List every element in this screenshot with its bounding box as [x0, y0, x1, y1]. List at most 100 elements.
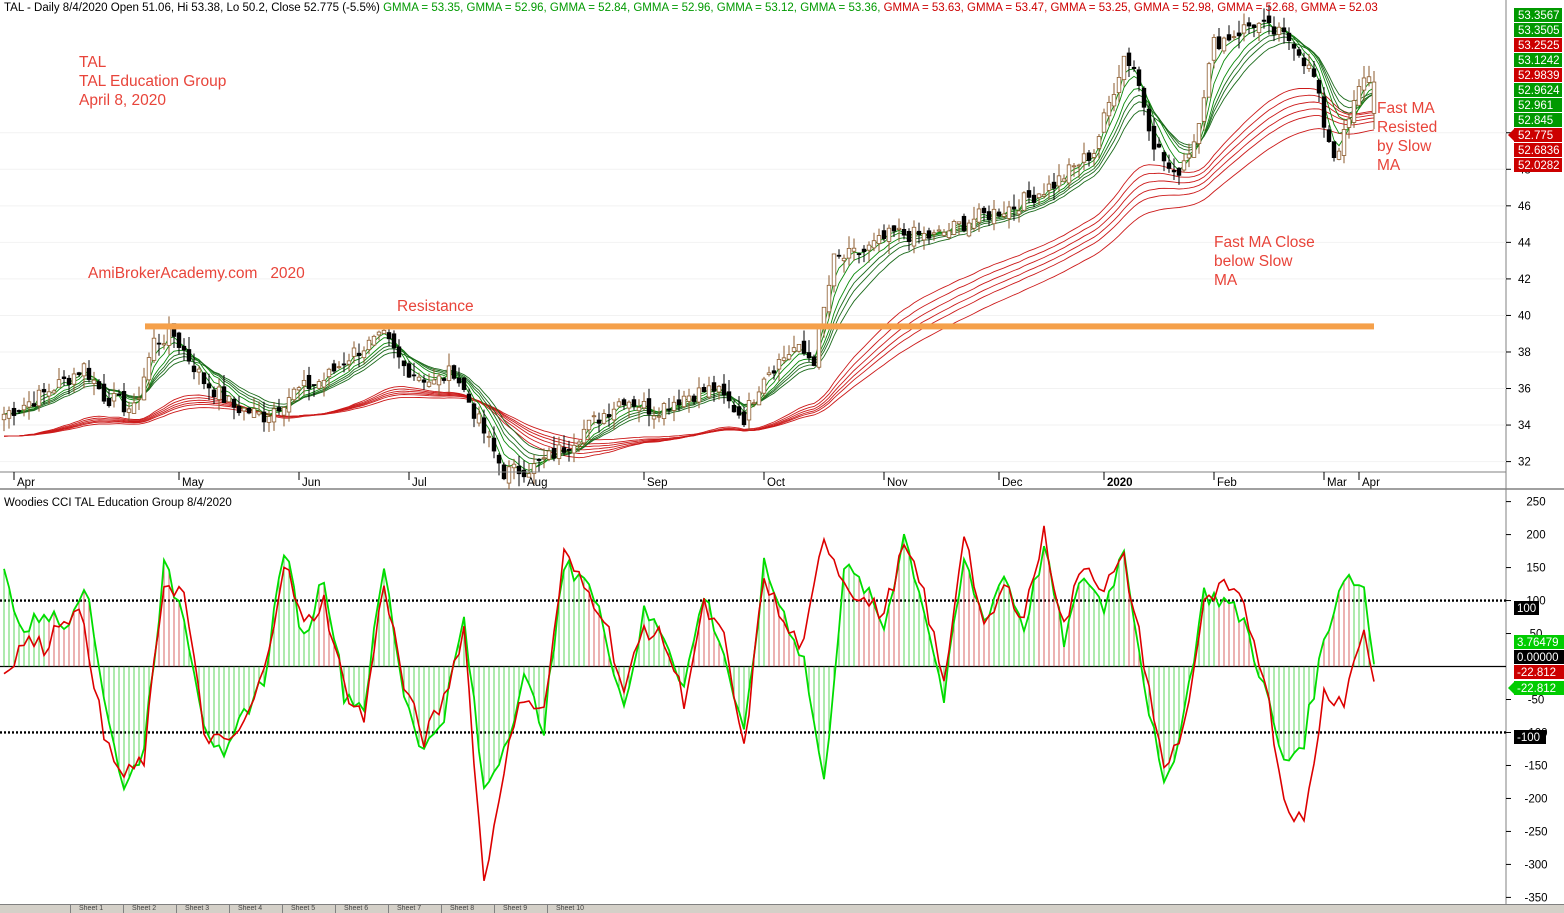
candle-body — [696, 387, 702, 403]
candle-body — [1336, 150, 1342, 160]
header-segment: GMMA = 53.35, — [380, 2, 463, 14]
candle-body — [561, 447, 567, 453]
candle-body — [301, 380, 307, 387]
candle-body — [1176, 167, 1182, 176]
candle-body — [21, 404, 27, 411]
candle-body — [1001, 213, 1007, 217]
candle-body — [1116, 76, 1122, 94]
candle-body — [1251, 24, 1257, 28]
candle-body — [656, 415, 662, 418]
candle-body — [246, 407, 252, 414]
candle-body — [886, 227, 892, 242]
month-label: Apr — [1362, 477, 1380, 489]
candle-body — [1246, 22, 1252, 27]
price-value-label: 52.961 — [1518, 100, 1553, 112]
candle-body — [1211, 37, 1217, 61]
candle-body — [1091, 153, 1097, 158]
candle-body — [536, 458, 542, 461]
candle-body — [621, 399, 627, 406]
candle-body — [1066, 164, 1072, 184]
candle-body — [146, 357, 152, 381]
candle-body — [1276, 26, 1282, 35]
candle-body — [1161, 152, 1167, 162]
header-segment: GMMA = 52.96, — [463, 2, 546, 14]
candle-body — [721, 383, 727, 396]
candle-body — [336, 366, 342, 369]
cci-tick-label: -350 — [1524, 892, 1547, 904]
month-label: Sep — [647, 477, 667, 489]
candle-body — [991, 208, 997, 225]
candle-body — [451, 365, 457, 379]
candle-body — [1056, 175, 1062, 187]
candle-body — [1146, 108, 1152, 132]
header-segment: GMMA = 52.84, — [547, 2, 630, 14]
candle-body — [1286, 32, 1292, 41]
candle-body — [766, 372, 772, 376]
candle-body — [426, 381, 432, 387]
candle-body — [871, 240, 877, 249]
candle-body — [366, 339, 372, 351]
candle-body — [751, 402, 757, 405]
cci-tick-label: 250 — [1526, 497, 1545, 509]
candle-body — [1126, 52, 1132, 67]
cci-value-label: -22.812 — [1517, 683, 1556, 695]
candle-body — [161, 343, 167, 346]
annotation-close-line-1: Fast MA Close — [1214, 234, 1315, 251]
candle-body — [811, 356, 817, 366]
candle-body — [1361, 77, 1367, 91]
candle-body — [701, 387, 707, 393]
candle-body — [431, 379, 437, 385]
candle-body — [1331, 141, 1337, 159]
candle-body — [976, 208, 982, 223]
candle-body — [711, 382, 717, 392]
cci-line-green — [3, 533, 1375, 792]
month-label: Oct — [767, 477, 786, 489]
candle-body — [1151, 125, 1157, 150]
candle-body — [1186, 153, 1192, 159]
candle-body — [6, 410, 12, 419]
price-value-label: 53.3505 — [1518, 25, 1560, 37]
candle-body — [781, 357, 787, 361]
candle-body — [1326, 129, 1332, 142]
candle-body — [1006, 206, 1012, 219]
candle-body — [666, 408, 672, 411]
candle-body — [391, 333, 397, 349]
candle-body — [1191, 141, 1197, 158]
candle-body — [541, 457, 547, 460]
candle-body — [361, 350, 367, 359]
annotation-resisted-line-2: Resisted — [1377, 119, 1437, 136]
header-segment: GMMA = 53.63, — [880, 2, 963, 14]
candle-body — [896, 227, 902, 230]
candle-body — [421, 379, 427, 383]
candle-body — [351, 347, 357, 357]
candle-body — [681, 395, 687, 408]
price-value-label: 53.2525 — [1518, 40, 1560, 52]
candle-body — [506, 466, 512, 484]
month-label: Dec — [1002, 477, 1023, 489]
candle-body — [856, 253, 862, 256]
candle-body — [396, 346, 402, 358]
candle-body — [646, 398, 652, 415]
candle-body — [891, 225, 897, 232]
candle-body — [1311, 68, 1317, 77]
candle-body — [556, 444, 562, 459]
candle-body — [841, 257, 847, 262]
candle-body — [211, 389, 217, 398]
candle-body — [746, 400, 752, 421]
candle-body — [1291, 44, 1297, 49]
candle-body — [651, 415, 657, 420]
price-value-label: 52.9624 — [1518, 85, 1560, 97]
candle-body — [1036, 193, 1042, 198]
candle-body — [966, 222, 972, 237]
annotation-resistance: Resistance — [397, 298, 474, 315]
candle-body — [296, 387, 302, 391]
resistance-line — [145, 323, 1374, 330]
candle-body — [1216, 36, 1222, 50]
candle-body — [1071, 165, 1077, 168]
candle-body — [56, 379, 62, 388]
candle-body — [346, 360, 352, 365]
candle-body — [1221, 37, 1227, 52]
cci-value-label: -100 — [1517, 732, 1540, 744]
candle-body — [921, 233, 927, 241]
candle-body — [411, 374, 417, 377]
